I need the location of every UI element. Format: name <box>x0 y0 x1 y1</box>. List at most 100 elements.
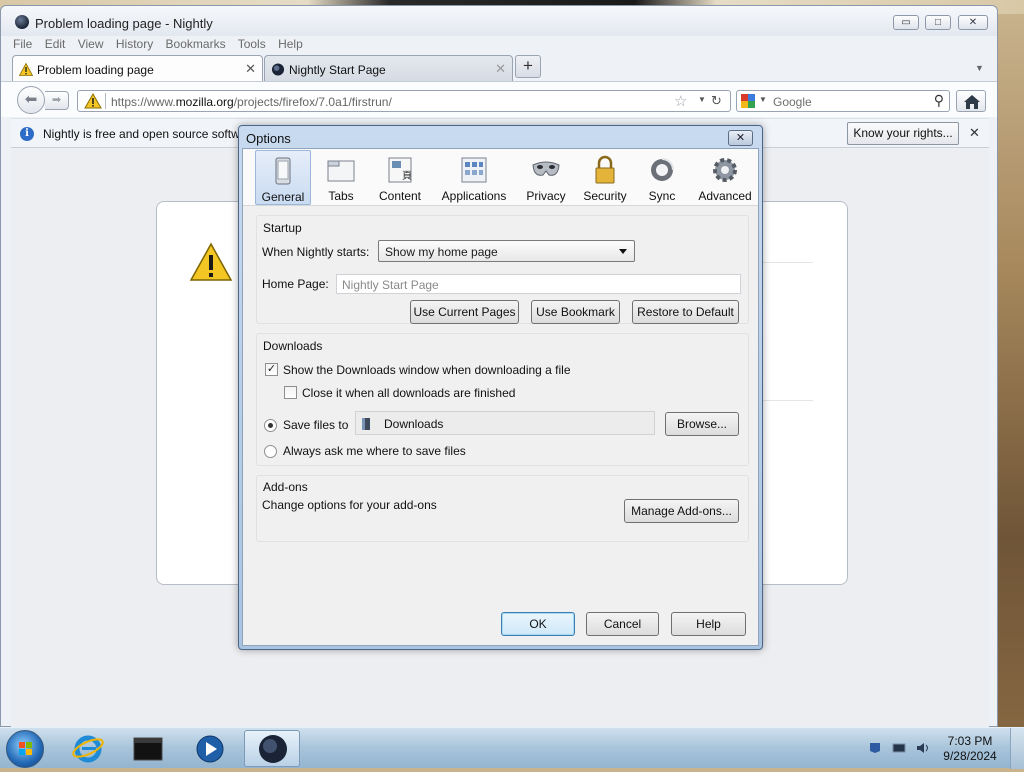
info-icon: i <box>20 127 34 141</box>
system-clock[interactable]: 7:03 PM 9/28/2024 <box>940 734 1000 764</box>
warning-icon <box>84 93 102 109</box>
url-history-dropdown-icon[interactable]: ▼ <box>698 95 706 104</box>
nightly-logo-icon <box>15 15 29 29</box>
close-when-done-checkbox[interactable] <box>284 386 297 399</box>
bookmark-star-icon[interactable]: ☆ <box>674 92 687 110</box>
search-engine-dropdown-icon[interactable]: ▼ <box>759 95 767 104</box>
save-files-label[interactable]: Save files to <box>283 418 348 432</box>
show-desktop-button[interactable] <box>1010 728 1024 769</box>
dialog-body: General Tabs 頁 Content Applications Priv… <box>242 148 759 646</box>
use-bookmark-button[interactable]: Use Bookmark <box>531 300 620 324</box>
cancel-button[interactable]: Cancel <box>586 612 659 636</box>
close-when-done-label[interactable]: Close it when all downloads are finished <box>302 386 515 400</box>
forward-button[interactable]: ➡ <box>45 91 69 110</box>
save-files-radio[interactable] <box>264 419 277 432</box>
menu-tools[interactable]: Tools <box>238 37 266 51</box>
tab-close-icon[interactable]: ✕ <box>495 61 506 77</box>
notification-text: Nightly is free and open source software <box>43 127 258 141</box>
svg-text:頁: 頁 <box>402 170 412 182</box>
volume-icon[interactable] <box>916 742 930 754</box>
tab-label: Problem loading page <box>37 63 154 77</box>
pane-sync[interactable]: Sync <box>635 150 689 205</box>
pane-security[interactable]: Security <box>577 150 633 205</box>
menu-file[interactable]: File <box>13 37 32 51</box>
show-downloads-label[interactable]: Show the Downloads window when downloadi… <box>283 363 571 377</box>
taskbar-nightly[interactable] <box>244 730 300 767</box>
menu-bookmarks[interactable]: Bookmarks <box>166 37 226 51</box>
always-ask-label[interactable]: Always ask me where to save files <box>283 444 466 458</box>
taskbar: 7:03 PM 9/28/2024 <box>0 727 1024 769</box>
clock-time: 7:03 PM <box>947 734 993 748</box>
preference-pane-bar: General Tabs 頁 Content Applications Priv… <box>243 149 758 206</box>
options-dialog: Options ✕ General Tabs 頁 Content Applica… <box>238 125 763 650</box>
terminal-icon <box>133 737 163 761</box>
search-magnifier-icon[interactable]: ⚲ <box>934 92 944 109</box>
menu-history[interactable]: History <box>116 37 153 51</box>
network-icon[interactable] <box>892 742 906 754</box>
taskbar-internet-explorer[interactable] <box>60 730 116 767</box>
restore-to-default-button[interactable]: Restore to Default <box>632 300 739 324</box>
tab-close-icon[interactable]: ✕ <box>245 61 256 77</box>
folder-icon <box>362 418 370 430</box>
new-tab-button[interactable]: + <box>515 55 541 78</box>
window-title: Problem loading page - Nightly <box>35 16 213 31</box>
home-page-label: Home Page: <box>262 277 329 291</box>
manage-addons-button[interactable]: Manage Add-ons... <box>624 499 739 523</box>
tab-strip: Problem loading page ✕ Nightly Start Pag… <box>1 54 997 82</box>
help-button[interactable]: Help <box>671 612 746 636</box>
media-player-icon <box>196 735 224 763</box>
start-button[interactable] <box>6 730 44 768</box>
pane-applications[interactable]: Applications <box>433 150 515 205</box>
tab-list-dropdown-icon[interactable]: ▼ <box>975 63 984 73</box>
pane-tabs[interactable]: Tabs <box>313 150 369 205</box>
menu-view[interactable]: View <box>78 37 104 51</box>
google-logo-icon <box>741 94 755 108</box>
browse-button[interactable]: Browse... <box>665 412 739 436</box>
maximize-button[interactable]: □ <box>925 15 951 30</box>
menu-edit[interactable]: Edit <box>45 37 66 51</box>
url-text[interactable]: https://www.mozilla.org/projects/firefox… <box>111 95 392 109</box>
startup-group: Startup When Nightly starts: Show my hom… <box>256 215 749 324</box>
content-document-icon: 頁 <box>388 157 412 183</box>
navigation-bar: ⬅ ➡ https://www.mozilla.org/projects/fir… <box>1 81 997 117</box>
home-page-input[interactable]: Nightly Start Page <box>336 274 741 294</box>
applications-icon <box>461 157 487 183</box>
downloads-group-title: Downloads <box>263 339 323 353</box>
nightly-logo-icon <box>271 63 285 76</box>
tab-label: Nightly Start Page <box>289 63 386 77</box>
tab-nightly-start[interactable]: Nightly Start Page ✕ <box>264 55 513 82</box>
action-center-flag-icon[interactable] <box>868 742 882 754</box>
search-input[interactable]: Google <box>773 95 812 109</box>
ok-button[interactable]: OK <box>501 612 575 636</box>
home-button[interactable] <box>956 90 986 112</box>
chevron-down-icon <box>619 249 627 254</box>
download-folder-field: Downloads <box>355 411 655 435</box>
when-starts-label: When Nightly starts: <box>262 245 370 259</box>
addons-group: Add-ons Change options for your add-ons … <box>256 475 749 542</box>
nightly-browser-icon <box>259 735 287 763</box>
when-starts-select[interactable]: Show my home page <box>378 240 635 262</box>
pane-content[interactable]: 頁 Content <box>371 150 429 205</box>
know-your-rights-button[interactable]: Know your rights... <box>847 122 959 145</box>
advanced-gear-icon <box>713 158 737 182</box>
dialog-close-button[interactable]: ✕ <box>728 130 753 146</box>
taskbar-media-player[interactable] <box>182 730 238 767</box>
minimize-button[interactable]: ▭ <box>893 15 919 30</box>
privacy-mask-icon <box>532 161 560 176</box>
reload-icon[interactable]: ↻ <box>711 93 722 109</box>
always-ask-radio[interactable] <box>264 445 277 458</box>
pane-advanced[interactable]: Advanced <box>693 150 757 205</box>
taskbar-terminal[interactable] <box>120 730 176 767</box>
search-bar[interactable]: ▼ Google ⚲ <box>736 90 950 112</box>
back-button[interactable]: ⬅ <box>17 86 45 114</box>
notification-close-icon[interactable]: ✕ <box>969 125 980 141</box>
menu-help[interactable]: Help <box>278 37 303 51</box>
close-button[interactable]: ✕ <box>958 15 988 30</box>
tab-problem-loading[interactable]: Problem loading page ✕ <box>12 55 263 82</box>
addons-description: Change options for your add-ons <box>262 498 437 512</box>
use-current-pages-button[interactable]: Use Current Pages <box>410 300 519 324</box>
pane-general[interactable]: General <box>255 150 311 205</box>
url-bar[interactable]: https://www.mozilla.org/projects/firefox… <box>77 90 731 112</box>
show-downloads-checkbox[interactable]: ✓ <box>265 363 278 376</box>
pane-privacy[interactable]: Privacy <box>517 150 575 205</box>
